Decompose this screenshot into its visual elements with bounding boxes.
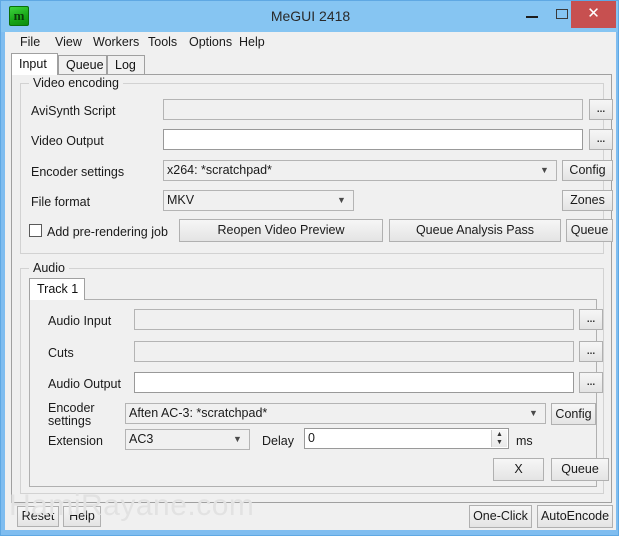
add-pre-rendering-job-label: Add pre-rendering job	[47, 225, 168, 239]
delay-input[interactable]: 0 ▲ ▼	[304, 428, 509, 449]
video-output-browse-button[interactable]: ...	[589, 129, 613, 150]
reopen-video-preview-button[interactable]: Reopen Video Preview	[179, 219, 383, 242]
queue-analysis-pass-button[interactable]: Queue Analysis Pass	[389, 219, 561, 242]
minimize-button[interactable]	[517, 1, 547, 28]
stepper-up-icon[interactable]: ▲	[492, 430, 507, 439]
delay-unit-label: ms	[516, 434, 533, 448]
menu-item-view[interactable]: View	[48, 32, 89, 53]
track-1-page: Audio Input ... Cuts ... Audio Output ..…	[29, 299, 609, 487]
extension-label: Extension	[48, 434, 103, 448]
cuts-browse-button[interactable]: ...	[579, 341, 603, 362]
video-config-button[interactable]: Config	[562, 160, 613, 181]
chevron-down-icon: ▼	[540, 165, 549, 175]
one-click-button[interactable]: One-Click	[469, 505, 532, 528]
file-format-combo[interactable]: MKV ▼	[163, 190, 354, 211]
video-output-input[interactable]	[163, 129, 583, 150]
audio-input-label: Audio Input	[48, 314, 112, 328]
audio-encoder-settings-value: Aften AC-3: *scratchpad*	[129, 406, 268, 420]
video-encoder-settings-combo[interactable]: x264: *scratchpad* ▼	[163, 160, 557, 181]
delay-value: 0	[308, 431, 315, 445]
avisynth-script-label: AviSynth Script	[31, 104, 116, 118]
minimize-icon	[526, 16, 538, 18]
audio-output-browse-button[interactable]: ...	[579, 372, 603, 393]
delay-label: Delay	[262, 434, 294, 448]
audio-input-field[interactable]	[134, 309, 574, 330]
audio-input-browse-button[interactable]: ...	[579, 309, 603, 330]
cuts-label: Cuts	[48, 346, 74, 360]
video-queue-button[interactable]: Queue	[566, 219, 613, 242]
audio-group: Audio Track 1 Audio Input ... Cuts ... A…	[20, 261, 609, 494]
menu-item-file[interactable]: File	[13, 32, 47, 53]
chevron-down-icon: ▼	[529, 408, 538, 418]
menu-item-tools[interactable]: Tools	[141, 32, 184, 53]
megui-main-window: m MeGUI 2418 ✕ File View Workers Tools O…	[0, 0, 619, 536]
help-button[interactable]: Help	[63, 506, 101, 527]
video-encoding-group-title: Video encoding	[29, 76, 123, 90]
video-encoder-settings-label: Encoder settings	[31, 165, 125, 179]
zones-button[interactable]: Zones	[562, 190, 613, 211]
video-encoder-settings-value: x264: *scratchpad*	[167, 163, 272, 177]
chevron-down-icon: ▼	[233, 434, 242, 444]
menu-item-help[interactable]: Help	[232, 32, 272, 53]
tab-input[interactable]: Input	[11, 53, 58, 75]
main-tab-control: Input Queue Log Video encoding AviSynth …	[11, 53, 613, 503]
audio-encoder-settings-combo[interactable]: Aften AC-3: *scratchpad* ▼	[125, 403, 546, 424]
avisynth-script-browse-button[interactable]: ...	[589, 99, 613, 120]
video-output-label: Video Output	[31, 134, 104, 148]
audio-group-title: Audio	[29, 261, 69, 275]
close-icon: ✕	[587, 5, 600, 22]
cuts-field[interactable]	[134, 341, 574, 362]
tab-track-1[interactable]: Track 1	[29, 278, 85, 300]
menu-item-options[interactable]: Options	[182, 32, 239, 53]
tab-log[interactable]: Log	[107, 55, 145, 74]
menu-item-workers[interactable]: Workers	[86, 32, 146, 53]
close-button[interactable]: ✕	[571, 1, 616, 28]
client-area: File View Workers Tools Options Help Inp…	[5, 32, 616, 530]
audio-output-label: Audio Output	[48, 377, 121, 391]
menu-bar: File View Workers Tools Options Help	[5, 32, 616, 53]
delay-stepper[interactable]: ▲ ▼	[491, 430, 507, 447]
video-encoding-group: Video encoding AviSynth Script ... Video…	[20, 76, 613, 254]
auto-encode-button[interactable]: AutoEncode	[537, 505, 613, 528]
audio-remove-button[interactable]: X	[493, 458, 544, 481]
add-pre-rendering-job-checkbox[interactable]	[29, 224, 42, 237]
input-tab-page: Video encoding AviSynth Script ... Video…	[11, 74, 613, 503]
maximize-icon	[556, 9, 568, 19]
audio-queue-button[interactable]: Queue	[551, 458, 609, 481]
title-bar: m MeGUI 2418 ✕	[1, 1, 618, 32]
extension-combo[interactable]: AC3 ▼	[125, 429, 250, 450]
file-format-value: MKV	[167, 193, 195, 207]
extension-value: AC3	[129, 432, 154, 446]
audio-config-button[interactable]: Config	[551, 403, 596, 425]
tab-queue[interactable]: Queue	[58, 55, 107, 74]
stepper-down-icon[interactable]: ▼	[492, 439, 507, 448]
file-format-label: File format	[31, 195, 91, 209]
avisynth-script-input[interactable]	[163, 99, 583, 120]
audio-encoder-settings-label-line2: settings	[48, 414, 92, 428]
audio-encoder-settings-label-line1: Encoder	[48, 401, 95, 415]
reset-button[interactable]: Reset	[17, 506, 59, 527]
bottom-button-bar: Reset Help One-Click AutoEncode	[5, 503, 616, 530]
audio-output-field[interactable]	[134, 372, 574, 393]
chevron-down-icon: ▼	[337, 195, 346, 205]
